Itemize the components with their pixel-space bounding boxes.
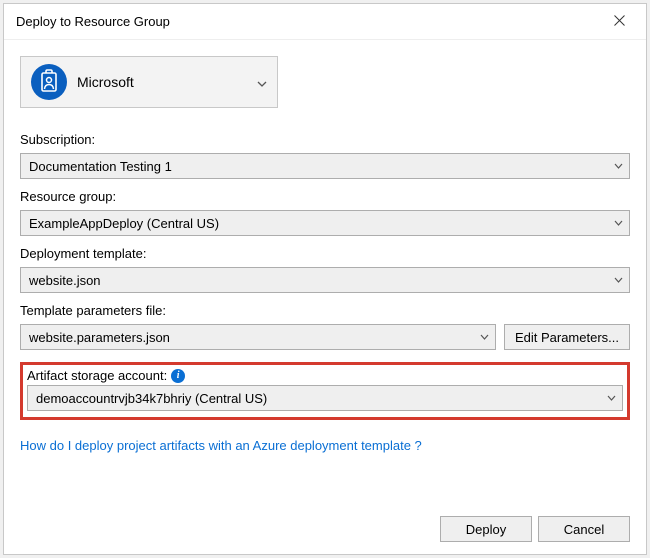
resource-group-label: Resource group: — [20, 189, 630, 204]
deploy-dialog: Deploy to Resource Group Microsoft — [3, 3, 647, 555]
close-button[interactable] — [598, 7, 640, 37]
artifact-highlight: Artifact storage account: i demoaccountr… — [20, 362, 630, 420]
chevron-down-icon — [614, 220, 623, 226]
subscription-select[interactable]: Documentation Testing 1 — [20, 153, 630, 179]
account-picker[interactable]: Microsoft — [20, 56, 278, 108]
cancel-button[interactable]: Cancel — [538, 516, 630, 542]
template-params-label: Template parameters file: — [20, 303, 630, 318]
resource-group-select[interactable]: ExampleAppDeploy (Central US) — [20, 210, 630, 236]
deployment-template-value: website.json — [29, 273, 101, 288]
template-params-select[interactable]: website.parameters.json — [20, 324, 496, 350]
edit-parameters-button[interactable]: Edit Parameters... — [504, 324, 630, 350]
deployment-template-select[interactable]: website.json — [20, 267, 630, 293]
account-name: Microsoft — [77, 74, 257, 90]
badge-icon — [39, 69, 59, 96]
chevron-down-icon — [614, 277, 623, 283]
chevron-down-icon — [480, 334, 489, 340]
artifact-label: Artifact storage account: — [27, 368, 167, 383]
help-link[interactable]: How do I deploy project artifacts with a… — [20, 438, 630, 453]
template-params-value: website.parameters.json — [29, 330, 170, 345]
dialog-body: Microsoft Subscription: Documentation Te… — [4, 40, 646, 554]
deploy-button[interactable]: Deploy — [440, 516, 532, 542]
chevron-down-icon — [607, 395, 616, 401]
close-icon — [614, 14, 625, 29]
info-icon[interactable]: i — [171, 369, 185, 383]
subscription-label: Subscription: — [20, 132, 630, 147]
artifact-storage-select[interactable]: demoaccountrvjb34k7bhriy (Central US) — [27, 385, 623, 411]
chevron-down-icon — [614, 163, 623, 169]
deployment-template-label: Deployment template: — [20, 246, 630, 261]
chevron-down-icon — [257, 75, 267, 90]
titlebar: Deploy to Resource Group — [4, 4, 646, 40]
dialog-footer: Deploy Cancel — [20, 500, 630, 542]
template-params-row: website.parameters.json Edit Parameters.… — [20, 324, 630, 350]
window-title: Deploy to Resource Group — [16, 14, 170, 29]
resource-group-value: ExampleAppDeploy (Central US) — [29, 216, 219, 231]
account-avatar — [31, 64, 67, 100]
subscription-value: Documentation Testing 1 — [29, 159, 172, 174]
artifact-storage-value: demoaccountrvjb34k7bhriy (Central US) — [36, 391, 267, 406]
